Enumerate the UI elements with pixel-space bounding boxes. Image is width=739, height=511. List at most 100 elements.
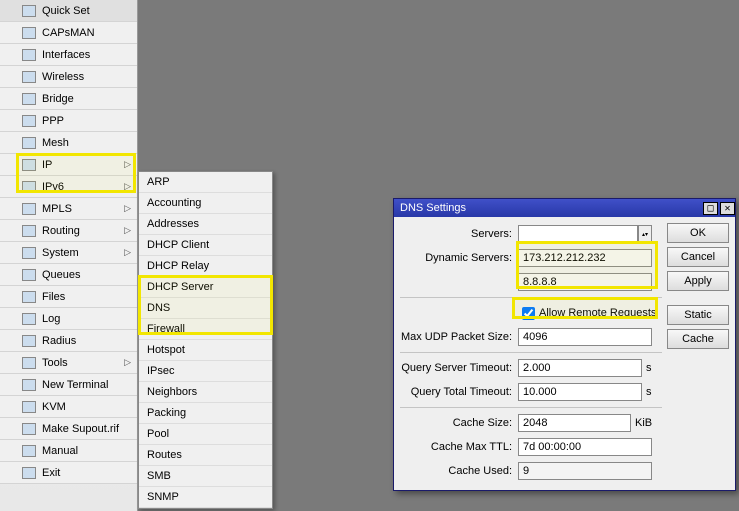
sidebar-item-label: Log bbox=[42, 313, 60, 325]
window-title: DNS Settings bbox=[400, 202, 466, 214]
sidebar-item-label: Queues bbox=[42, 269, 81, 281]
submenu-item-neighbors[interactable]: Neighbors bbox=[139, 382, 272, 403]
dynamic-server-2 bbox=[518, 273, 652, 291]
submenu-item-routes[interactable]: Routes bbox=[139, 445, 272, 466]
submenu-item-dhcp-relay[interactable]: DHCP Relay bbox=[139, 256, 272, 277]
submenu-item-accounting[interactable]: Accounting bbox=[139, 193, 272, 214]
allow-remote-requests-checkbox[interactable] bbox=[522, 307, 535, 320]
close-icon[interactable]: ✕ bbox=[720, 202, 735, 215]
submenu-item-dhcp-client[interactable]: DHCP Client bbox=[139, 235, 272, 256]
chevron-right-icon: ▷ bbox=[124, 203, 131, 214]
sidebar-item-ipv6[interactable]: IPv6 ▷ bbox=[0, 176, 137, 198]
label-servers: Servers: bbox=[400, 228, 518, 240]
sidebar-item-routing[interactable]: Routing ▷ bbox=[0, 220, 137, 242]
menu-icon bbox=[22, 423, 36, 435]
chevron-right-icon: ▷ bbox=[124, 181, 131, 192]
unit-s-2: s bbox=[646, 386, 652, 398]
submenu-item-label: Routes bbox=[147, 449, 182, 461]
submenu-item-label: DNS bbox=[147, 302, 170, 314]
submenu-item-packing[interactable]: Packing bbox=[139, 403, 272, 424]
submenu-item-dns[interactable]: DNS bbox=[139, 298, 272, 319]
submenu-item-arp[interactable]: ARP bbox=[139, 172, 272, 193]
cache-ttl-input[interactable] bbox=[518, 438, 652, 456]
sidebar-item-capsman[interactable]: CAPsMAN bbox=[0, 22, 137, 44]
chevron-right-icon: ▷ bbox=[124, 247, 131, 258]
expand-icon[interactable]: □ bbox=[703, 202, 718, 215]
sidebar-item-wireless[interactable]: Wireless bbox=[0, 66, 137, 88]
sidebar-item-system[interactable]: System ▷ bbox=[0, 242, 137, 264]
sidebar-item-label: Wireless bbox=[42, 71, 84, 83]
submenu-item-smb[interactable]: SMB bbox=[139, 466, 272, 487]
sidebar-item-label: Tools bbox=[42, 357, 68, 369]
menu-icon bbox=[22, 225, 36, 237]
submenu-item-pool[interactable]: Pool bbox=[139, 424, 272, 445]
sidebar-item-manual[interactable]: Manual bbox=[0, 440, 137, 462]
servers-input[interactable] bbox=[518, 225, 638, 243]
sidebar-item-interfaces[interactable]: Interfaces bbox=[0, 44, 137, 66]
cache-size-input[interactable] bbox=[518, 414, 631, 432]
servers-stepper[interactable]: ▴▾ bbox=[638, 225, 652, 243]
menu-icon bbox=[22, 93, 36, 105]
window-body: Servers: ▴▾ Dynamic Servers: Allow Remot… bbox=[394, 217, 735, 490]
ok-button[interactable]: OK bbox=[667, 223, 729, 243]
sidebar-item-label: Interfaces bbox=[42, 49, 90, 61]
sidebar-item-label: System bbox=[42, 247, 79, 259]
sidebar-item-tools[interactable]: Tools▷ bbox=[0, 352, 137, 374]
unit-s-1: s bbox=[646, 362, 652, 374]
sidebar-item-label: IPv6 bbox=[42, 181, 64, 193]
sidebar-item-files[interactable]: Files bbox=[0, 286, 137, 308]
max-udp-input[interactable] bbox=[518, 328, 652, 346]
menu-icon bbox=[22, 401, 36, 413]
submenu-item-firewall[interactable]: Firewall bbox=[139, 319, 272, 340]
cache-button[interactable]: Cache bbox=[667, 329, 729, 349]
submenu-item-label: Hotspot bbox=[147, 344, 185, 356]
sidebar-item-kvm[interactable]: KVM bbox=[0, 396, 137, 418]
submenu-item-label: ARP bbox=[147, 176, 170, 188]
sidebar-item-ip[interactable]: IP▷ bbox=[0, 154, 137, 176]
sidebar-item-mesh[interactable]: Mesh bbox=[0, 132, 137, 154]
cancel-button[interactable]: Cancel bbox=[667, 247, 729, 267]
submenu-item-label: DHCP Client bbox=[147, 239, 209, 251]
sidebar-item-mpls[interactable]: MPLS ▷ bbox=[0, 198, 137, 220]
submenu-item-dhcp-server[interactable]: DHCP Server bbox=[139, 277, 272, 298]
sidebar-item-quick-set[interactable]: Quick Set bbox=[0, 0, 137, 22]
sidebar-item-exit[interactable]: Exit bbox=[0, 462, 137, 484]
sidebar-item-label: Routing bbox=[42, 225, 80, 237]
query-total-timeout-input[interactable] bbox=[518, 383, 642, 401]
cache-used-value bbox=[518, 462, 652, 480]
submenu-item-label: DHCP Server bbox=[147, 281, 213, 293]
submenu-item-label: SNMP bbox=[147, 491, 179, 503]
sidebar-item-log[interactable]: Log bbox=[0, 308, 137, 330]
submenu-item-label: Pool bbox=[147, 428, 169, 440]
sidebar-item-radius[interactable]: Radius bbox=[0, 330, 137, 352]
sidebar-item-bridge[interactable]: Bridge bbox=[0, 88, 137, 110]
label-cache-size: Cache Size: bbox=[400, 417, 518, 429]
sidebar-item-queues[interactable]: Queues bbox=[0, 264, 137, 286]
menu-icon bbox=[22, 159, 36, 171]
submenu-item-addresses[interactable]: Addresses bbox=[139, 214, 272, 235]
submenu-item-snmp[interactable]: SNMP bbox=[139, 487, 272, 508]
submenu-item-ipsec[interactable]: IPsec bbox=[139, 361, 272, 382]
sidebar-item-label: CAPsMAN bbox=[42, 27, 95, 39]
static-button[interactable]: Static bbox=[667, 305, 729, 325]
sidebar-item-make-supout-rif[interactable]: Make Supout.rif bbox=[0, 418, 137, 440]
sidebar-item-label: Make Supout.rif bbox=[42, 423, 119, 435]
dynamic-server-1 bbox=[518, 249, 652, 267]
submenu-item-label: Neighbors bbox=[147, 386, 197, 398]
query-server-timeout-input[interactable] bbox=[518, 359, 642, 377]
sidebar-item-new-terminal[interactable]: New Terminal bbox=[0, 374, 137, 396]
sidebar-item-ppp[interactable]: PPP bbox=[0, 110, 137, 132]
sidebar-item-label: New Terminal bbox=[42, 379, 108, 391]
menu-icon bbox=[22, 181, 36, 193]
sidebar-item-label: Radius bbox=[42, 335, 76, 347]
menu-icon bbox=[22, 203, 36, 215]
chevron-right-icon: ▷ bbox=[124, 225, 131, 236]
button-column: OK Cancel Apply Static Cache bbox=[667, 223, 729, 349]
sidebar-item-label: Quick Set bbox=[42, 5, 90, 17]
sidebar-item-label: Files bbox=[42, 291, 65, 303]
sidebar-item-label: Bridge bbox=[42, 93, 74, 105]
submenu-item-label: SMB bbox=[147, 470, 171, 482]
submenu-item-hotspot[interactable]: Hotspot bbox=[139, 340, 272, 361]
sidebar-item-label: MPLS bbox=[42, 203, 72, 215]
apply-button[interactable]: Apply bbox=[667, 271, 729, 291]
